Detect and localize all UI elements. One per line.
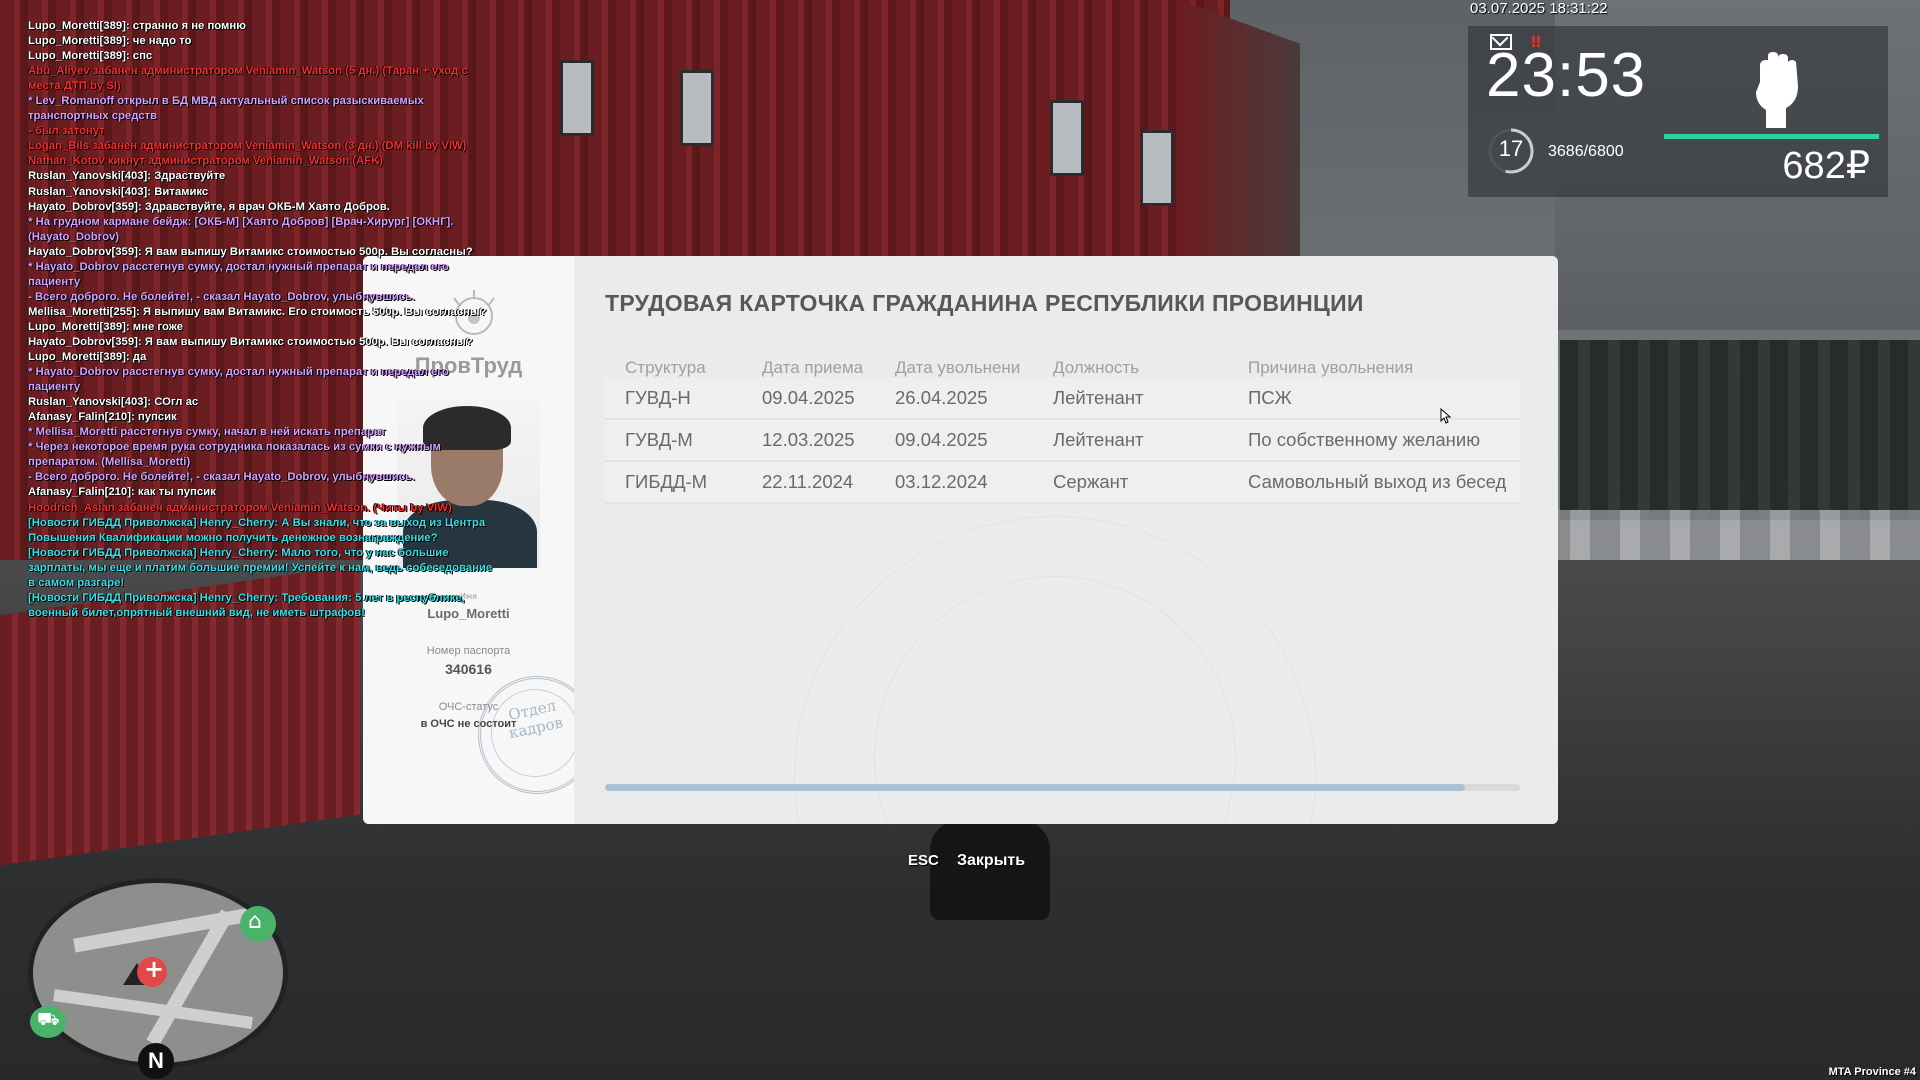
chat-line: Lupo_Moretti[389]: мне гоже <box>28 320 183 333</box>
building-window <box>1050 100 1084 176</box>
card-title: ТРУДОВАЯ КАРТОЧКА ГРАЖДАНИНА РЕСПУБЛИКИ … <box>605 290 1364 316</box>
chat-line: * Hayato_Dobrov расстегнув сумку, достал… <box>28 366 449 394</box>
car-icon <box>30 1006 66 1038</box>
chat-line: Hayato_Dobrov[359]: Я вам выпишу Витамик… <box>28 245 473 258</box>
horizontal-scrollbar[interactable] <box>605 784 1520 791</box>
cell-hire-date: 22.11.2024 <box>762 471 854 492</box>
cell-structure: ГУВД-Н <box>625 387 691 408</box>
hud-datetime: 03.07.2025 18:31:22 <box>1470 0 1608 17</box>
chat-line: * Mellisa_Moretti расстегнув сумку, нача… <box>28 426 386 439</box>
chat-line: Ruslan_Yanovski[403]: Витамикс <box>28 185 209 198</box>
cell-dismissal-date: 03.12.2024 <box>895 471 988 492</box>
hospital-icon <box>137 955 167 987</box>
chat-line: - Всего доброго. Не болейте!, - сказал H… <box>28 290 416 303</box>
chat-line: Afanasy_Falin[210]: пупсик <box>28 411 177 424</box>
chat-line: Mellisa_Moretti[255]: Я выпишу вам Витам… <box>28 305 487 318</box>
card-main: ТРУДОВАЯ КАРТОЧКА ГРАЖДАНИНА РЕСПУБЛИКИ … <box>574 256 1558 824</box>
health-bar <box>1664 134 1879 139</box>
column-header: Причина увольнения <box>1248 358 1414 377</box>
table-row[interactable]: ГУВД-Н 09.04.2025 26.04.2025 Лейтенант П… <box>605 378 1520 420</box>
chat-line: Lupo_Moretti[389]: спс <box>28 50 153 63</box>
mouse-cursor-icon <box>1440 408 1452 424</box>
cell-hire-date: 09.04.2025 <box>762 387 855 408</box>
chat-line: [Новости ГИБДД Приволжска] Henry_Cherry:… <box>28 591 465 619</box>
cell-hire-date: 12.03.2025 <box>762 429 855 450</box>
column-header: Должность <box>1053 358 1140 377</box>
cell-position: Лейтенант <box>1053 387 1144 408</box>
table-header: Структура Дата приема Дата увольнени Дол… <box>605 351 1520 378</box>
chat-line: Hayato_Dobrov[359]: Я вам выпишу Витамик… <box>28 335 473 348</box>
chat-line: [Новости ГИБДД Приволжска] Henry_Cherry:… <box>28 546 493 589</box>
cell-position: Сержант <box>1053 471 1129 492</box>
chat-line: * Hayato_Dobrov расстегнув сумку, достал… <box>28 260 449 288</box>
close-button[interactable]: Закрыть <box>957 852 1025 870</box>
cell-position: Лейтенант <box>1053 429 1144 450</box>
cell-structure: ГИБДД-М <box>625 471 708 492</box>
chat-line: - был затонут <box>28 125 105 138</box>
scrollbar-thumb[interactable] <box>605 784 1466 791</box>
cell-reason: По собственному желанию <box>1248 429 1481 450</box>
chat-line: Afanasy_Falin[210]: как ты пупсик <box>28 486 216 499</box>
server-name: MTA Province #4 <box>1828 1066 1916 1078</box>
bank-icon <box>240 906 276 942</box>
employment-table: Структура Дата приема Дата увольнени Дол… <box>605 351 1520 504</box>
chat-line: Logan_Bils забанен администратором Venia… <box>28 140 467 153</box>
chat-line: Nathan_Kotov кикнут администратором Veni… <box>28 155 383 168</box>
hud-panel: ‼ 23:53 17 3686/6800 682₽ <box>1468 26 1888 197</box>
player-character <box>930 820 1050 920</box>
map-road <box>53 989 253 1029</box>
chat-line: * Через некоторое время рука сотрудника … <box>28 441 441 469</box>
chat-line: Lupo_Moretti[389]: че надо то <box>28 35 192 48</box>
cell-reason: ПСЖ <box>1248 387 1292 408</box>
chat-line: Ruslan_Yanovski[403]: Здраствуйте <box>28 170 226 183</box>
chat-line: - Всего доброго. Не болейте!, - сказал H… <box>28 471 416 484</box>
passport-caption: Номер паспорта <box>426 645 511 657</box>
fist-icon <box>1756 52 1798 128</box>
building-window <box>1140 130 1174 206</box>
chat-log: Lupo_Moretti[389]: странно я не помню Lup… <box>28 19 498 621</box>
chat-line: Lupo_Moretti[389]: да <box>28 351 147 364</box>
building-window <box>680 70 714 146</box>
chat-line: Lupo_Moretti[389]: странно я не помню <box>28 20 246 32</box>
table-row[interactable]: ГИБДД-М 22.11.2024 03.12.2024 Сержант Са… <box>605 462 1520 504</box>
column-header: Структура <box>625 358 706 377</box>
hud-time: 23:53 <box>1486 41 1647 110</box>
chat-line: * На грудном кармане бейдж: [ОКБ-М] [Хая… <box>28 215 454 243</box>
level-number: 17 <box>1498 136 1524 161</box>
chat-line: Hoodrich_Asian забанен администратором V… <box>28 501 452 514</box>
passport-number: 340616 <box>445 661 492 677</box>
column-header: Дата увольнени <box>895 358 1021 377</box>
chat-line: Ruslan_Yanovski[403]: СОгл ас <box>28 396 199 409</box>
cell-structure: ГУВД-М <box>625 429 693 450</box>
cell-reason: Самовольный выход из бесед <box>1248 471 1507 492</box>
health-fill <box>1664 134 1879 139</box>
money: 682₽ <box>1782 145 1870 187</box>
building-window <box>560 60 594 136</box>
tree-line <box>1560 340 1920 520</box>
cell-dismissal-date: 26.04.2025 <box>895 387 988 408</box>
column-header: Дата приема <box>762 358 864 377</box>
cell-dismissal-date: 09.04.2025 <box>895 429 988 450</box>
work-card-modal: ПровТруд Имя Lupo_Moretti Номер паспорта… <box>363 256 1558 824</box>
north-icon: N <box>138 1043 174 1079</box>
chat-line: Hayato_Dobrov[359]: Здравствуйте, я врач… <box>28 200 390 213</box>
chat-line: Abu_Aliyev забанен администратором Venia… <box>28 65 468 93</box>
experience: 3686/6800 <box>1548 143 1624 160</box>
chat-line: * Lev_Romanoff открыл в БД МВД актуальны… <box>28 95 424 123</box>
table-row[interactable]: ГУВД-М 12.03.2025 09.04.2025 Лейтенант П… <box>605 420 1520 462</box>
chat-line: [Новости ГИБДД Приволжска] Henry_Cherry:… <box>28 516 486 544</box>
minimap[interactable] <box>28 878 288 1068</box>
esc-key-hint[interactable]: ESC <box>908 852 939 869</box>
